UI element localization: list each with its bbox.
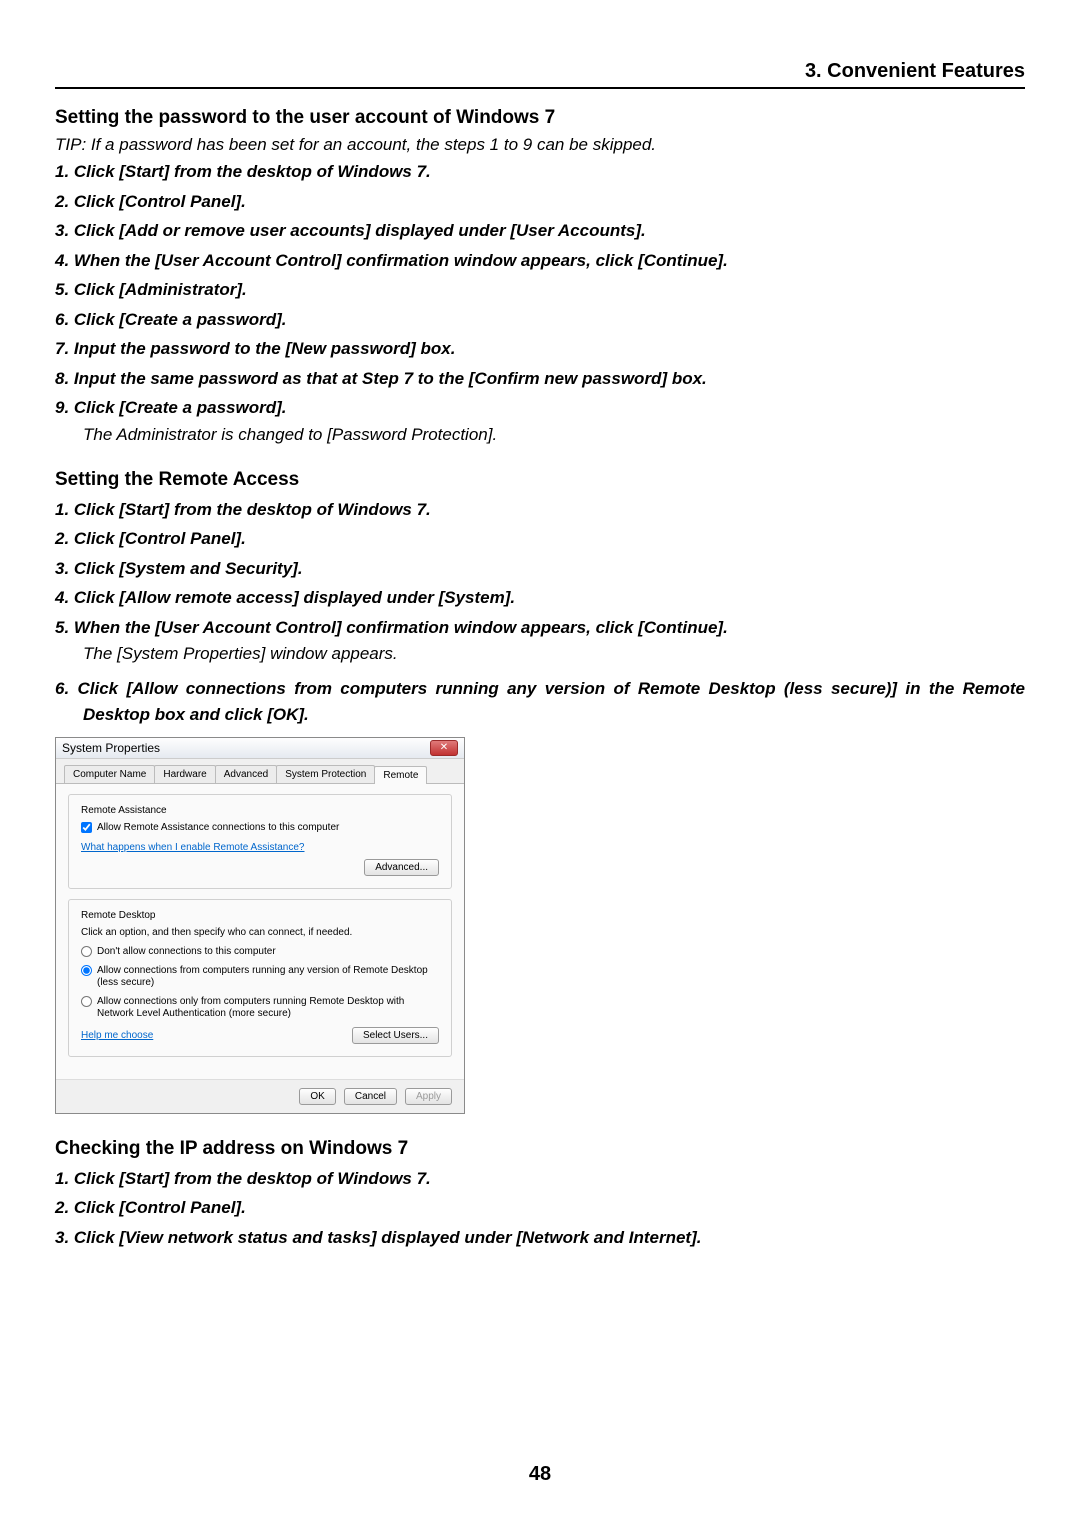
tab-system-protection[interactable]: System Protection: [276, 765, 375, 783]
rd-opt3-label: Allow connections only from computers ru…: [97, 996, 439, 1021]
section1-steps: 1. Click [Start] from the desktop of Win…: [55, 159, 1025, 421]
tab-advanced[interactable]: Advanced: [215, 765, 277, 783]
system-properties-dialog: System Properties ✕ Computer Name Hardwa…: [55, 737, 465, 1114]
ra-allow-checkbox[interactable]: [81, 822, 92, 833]
rd-group-title: Remote Desktop: [81, 910, 439, 921]
rd-radio-allow-any[interactable]: [81, 965, 92, 976]
list-item: 3. Click [View network status and tasks]…: [55, 1225, 1025, 1251]
section3-steps: 1. Click [Start] from the desktop of Win…: [55, 1166, 1025, 1251]
list-item: 4. When the [User Account Control] confi…: [55, 248, 1025, 274]
ra-group-title: Remote Assistance: [81, 805, 439, 816]
section1-tip: TIP: If a password has been set for an a…: [55, 135, 1025, 155]
section2-steps-pre: 1. Click [Start] from the desktop of Win…: [55, 497, 1025, 641]
list-item: 9. Click [Create a password].: [55, 395, 1025, 421]
section3-title: Checking the IP address on Windows 7: [55, 1138, 1025, 1160]
list-item: 6. Click [Create a password].: [55, 307, 1025, 333]
list-item: 7. Input the password to the [New passwo…: [55, 336, 1025, 362]
dialog-body: Remote Assistance Allow Remote Assistanc…: [56, 784, 464, 1079]
rd-opt2-label: Allow connections from computers running…: [97, 965, 439, 990]
rd-desc: Click an option, and then specify who ca…: [81, 927, 439, 938]
section2-steps-post: 6. Click [Allow connections from compute…: [55, 676, 1025, 727]
list-item: 1. Click [Start] from the desktop of Win…: [55, 159, 1025, 185]
ra-checkbox-row[interactable]: Allow Remote Assistance connections to t…: [81, 822, 439, 833]
section2-title: Setting the Remote Access: [55, 469, 1025, 491]
list-item: 2. Click [Control Panel].: [55, 1195, 1025, 1221]
rd-radio-dont-allow[interactable]: [81, 946, 92, 957]
rd-help-link[interactable]: Help me choose: [81, 1030, 153, 1041]
page-number: 48: [0, 1463, 1080, 1486]
ra-advanced-button[interactable]: Advanced...: [364, 859, 439, 876]
close-icon: ✕: [440, 742, 448, 753]
dialog-titlebar: System Properties ✕: [56, 738, 464, 759]
dialog-title: System Properties: [62, 741, 160, 755]
section2-result5: The [System Properties] window appears.: [83, 644, 1025, 664]
list-item: 6. Click [Allow connections from compute…: [55, 676, 1025, 727]
section1-title: Setting the password to the user account…: [55, 107, 1025, 129]
tab-remote[interactable]: Remote: [374, 766, 427, 784]
dialog-footer: OK Cancel Apply: [56, 1079, 464, 1113]
rd-option1[interactable]: Don't allow connections to this computer: [81, 946, 439, 959]
remote-desktop-group: Remote Desktop Click an option, and then…: [68, 899, 452, 1057]
ra-checkbox-label: Allow Remote Assistance connections to t…: [97, 822, 339, 833]
section1-result: The Administrator is changed to [Passwor…: [83, 425, 1025, 445]
list-item: 1. Click [Start] from the desktop of Win…: [55, 497, 1025, 523]
select-users-button[interactable]: Select Users...: [352, 1027, 439, 1044]
ra-help-link[interactable]: What happens when I enable Remote Assist…: [81, 842, 304, 853]
list-item: 5. Click [Administrator].: [55, 277, 1025, 303]
list-item: 3. Click [Add or remove user accounts] d…: [55, 218, 1025, 244]
list-item: 2. Click [Control Panel].: [55, 526, 1025, 552]
rd-radio-allow-nla[interactable]: [81, 996, 92, 1007]
apply-button[interactable]: Apply: [405, 1088, 452, 1105]
remote-assistance-group: Remote Assistance Allow Remote Assistanc…: [68, 794, 452, 889]
dialog-tabs: Computer Name Hardware Advanced System P…: [56, 759, 464, 784]
close-button[interactable]: ✕: [430, 740, 458, 756]
list-item: 4. Click [Allow remote access] displayed…: [55, 585, 1025, 611]
cancel-button[interactable]: Cancel: [344, 1088, 397, 1105]
rd-opt1-label: Don't allow connections to this computer: [97, 946, 439, 959]
list-item: 1. Click [Start] from the desktop of Win…: [55, 1166, 1025, 1192]
rd-option2[interactable]: Allow connections from computers running…: [81, 965, 439, 990]
list-item: 2. Click [Control Panel].: [55, 189, 1025, 215]
list-item: 5. When the [User Account Control] confi…: [55, 615, 1025, 641]
rd-option3[interactable]: Allow connections only from computers ru…: [81, 996, 439, 1021]
tab-hardware[interactable]: Hardware: [154, 765, 215, 783]
chapter-header: 3. Convenient Features: [55, 60, 1025, 89]
tab-computer-name[interactable]: Computer Name: [64, 765, 155, 783]
list-item: 3. Click [System and Security].: [55, 556, 1025, 582]
list-item: 8. Input the same password as that at St…: [55, 366, 1025, 392]
ok-button[interactable]: OK: [299, 1088, 335, 1105]
